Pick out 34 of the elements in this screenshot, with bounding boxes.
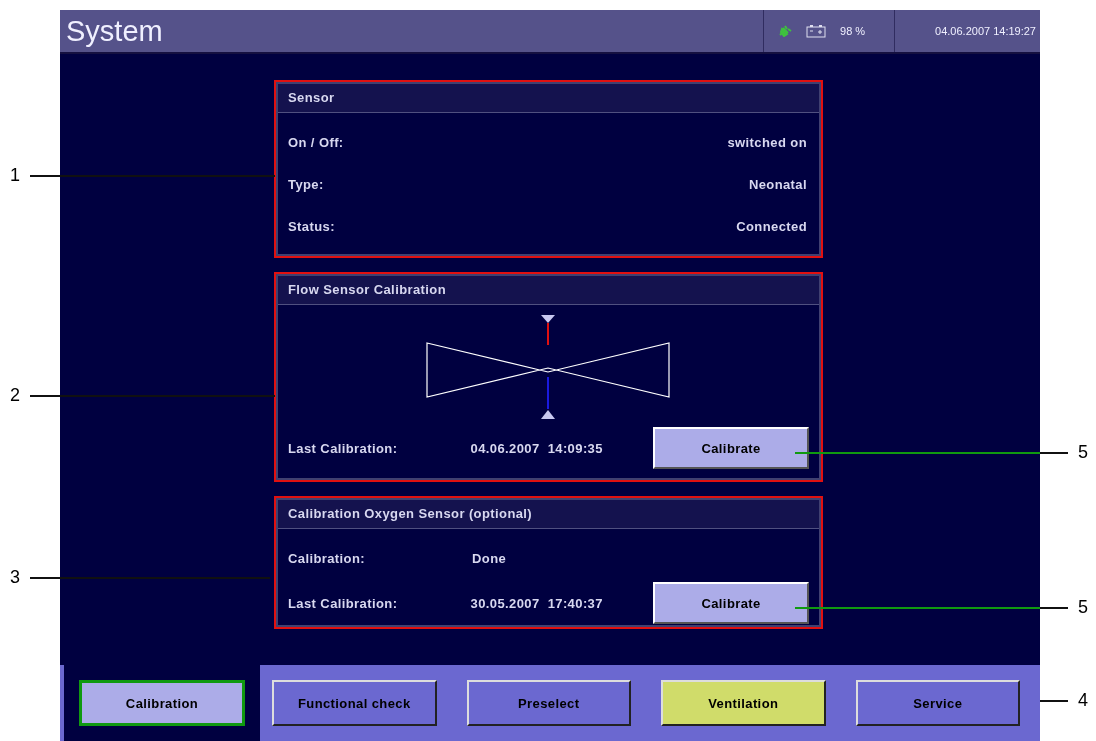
callout-number: 1 bbox=[10, 165, 20, 186]
callout-number: 3 bbox=[10, 567, 20, 588]
calibrate-button[interactable]: Calibrate bbox=[653, 427, 809, 469]
callout-number: 2 bbox=[10, 385, 20, 406]
callout-number: 5 bbox=[1078, 597, 1088, 618]
field-value: Connected bbox=[736, 219, 807, 234]
date-time: 04.06.2007 14:19:27 bbox=[934, 24, 1037, 39]
field-value: 04.06.2007 14:09:35 bbox=[470, 440, 604, 456]
field-label: Calibration: bbox=[288, 551, 367, 566]
panel-title: Calibration Oxygen Sensor (optional) bbox=[278, 500, 819, 529]
panel-title: Sensor bbox=[278, 84, 819, 113]
nav-tab[interactable]: Preselect bbox=[466, 680, 631, 726]
field-value: switched on bbox=[727, 135, 807, 150]
leader-line bbox=[1040, 700, 1068, 702]
field-label: Last Calibration: bbox=[288, 440, 399, 456]
nav-tab[interactable]: Ventilation bbox=[661, 680, 826, 726]
field-label: On / Off: bbox=[288, 135, 344, 150]
field-value: 30.05.2007 17:40:37 bbox=[470, 595, 604, 611]
field-label: Status: bbox=[288, 219, 335, 234]
screen-title: System bbox=[65, 14, 163, 48]
nav-tab[interactable]: Calibration bbox=[79, 680, 245, 726]
battery-percent: 98 % bbox=[840, 25, 866, 37]
nav-tab[interactable]: Service bbox=[855, 680, 1020, 726]
field-value: Neonatal bbox=[748, 177, 807, 192]
nav-tab[interactable]: Functional check bbox=[272, 680, 437, 726]
battery-icon bbox=[806, 24, 827, 38]
field-value: Done bbox=[472, 551, 508, 566]
plug-icon bbox=[778, 25, 793, 37]
field-label: Type: bbox=[288, 177, 324, 192]
panel-title: Flow Sensor Calibration bbox=[278, 276, 819, 305]
callout-number: 4 bbox=[1078, 690, 1088, 711]
calibrate-button[interactable]: Calibrate bbox=[653, 582, 809, 624]
field-label: Last Calibration: bbox=[288, 595, 399, 611]
callout-number: 5 bbox=[1078, 442, 1088, 463]
